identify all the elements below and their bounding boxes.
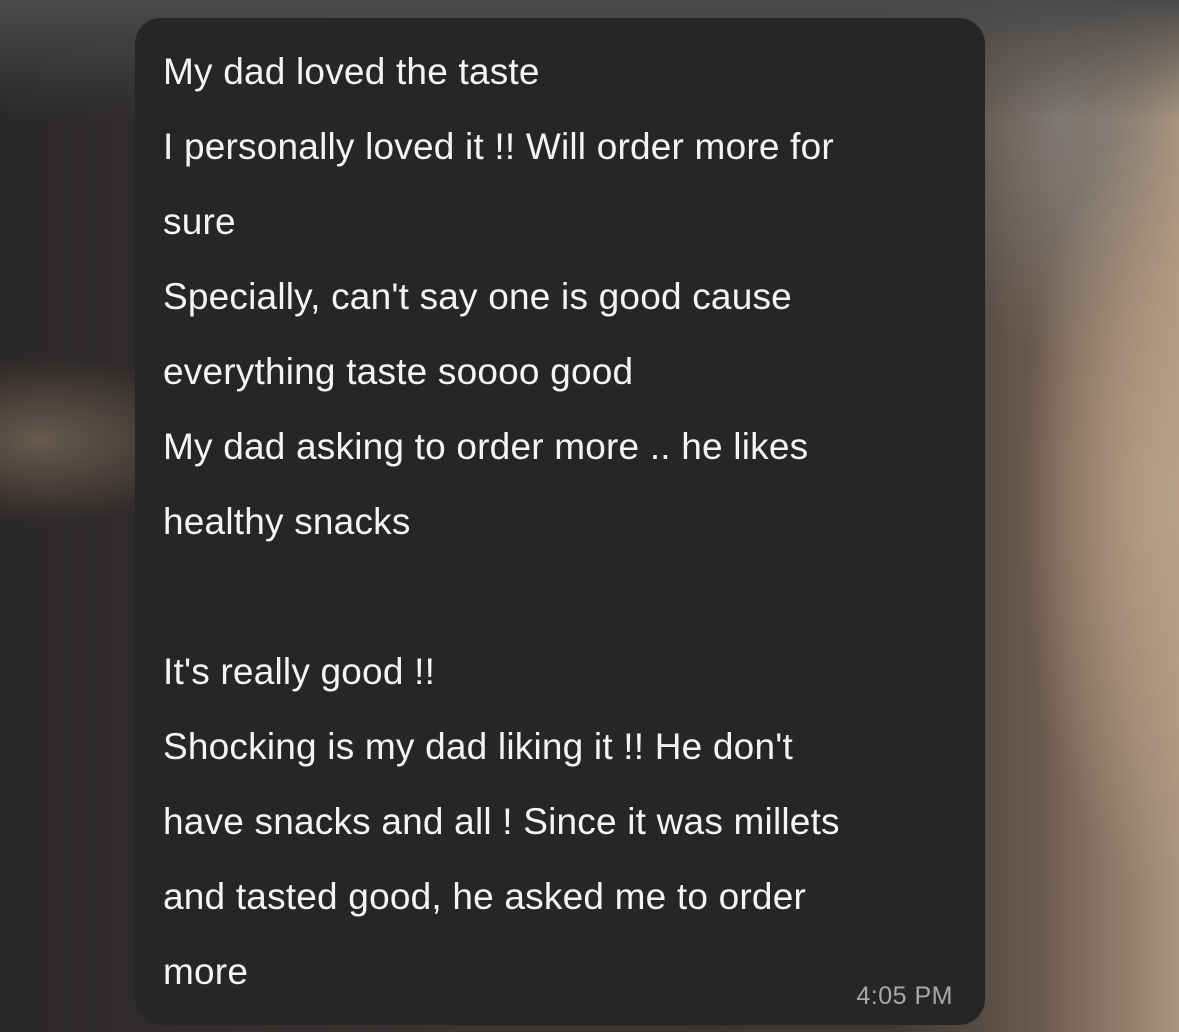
chat-message-bubble[interactable]: My dad loved the taste I personally love… <box>135 18 985 1025</box>
message-line: It's really good !! <box>163 651 436 692</box>
message-line: My dad asking to order more .. he likes <box>163 426 809 467</box>
message-line: everything taste soooo good <box>163 351 634 392</box>
message-line: Shocking is my dad liking it !! He don't <box>163 726 793 767</box>
message-line: more <box>163 951 249 992</box>
message-line: and tasted good, he asked me to order <box>163 876 806 917</box>
message-timestamp: 4:05 PM <box>856 982 953 1010</box>
message-line: My dad loved the taste <box>163 51 540 92</box>
message-line: healthy snacks <box>163 501 411 542</box>
message-line: I personally loved it !! Will order more… <box>163 126 834 167</box>
message-line: sure <box>163 201 236 242</box>
message-line: Specially, can't say one is good cause <box>163 276 792 317</box>
message-line: have snacks and all ! Since it was mille… <box>163 801 840 842</box>
